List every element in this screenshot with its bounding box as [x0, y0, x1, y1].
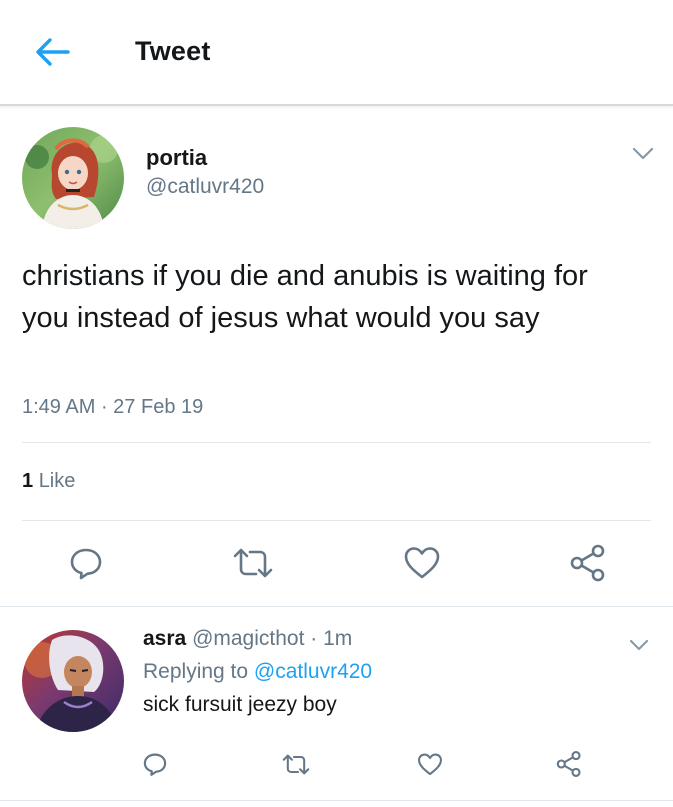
reply-header: asra @magicthot · 1m [143, 627, 352, 651]
top-bar: Tweet [0, 0, 673, 106]
retweet-button[interactable] [229, 543, 277, 583]
reply-reply-button[interactable] [139, 748, 171, 780]
share-icon [570, 544, 605, 582]
share-icon [556, 751, 581, 777]
reply-share-button[interactable] [552, 747, 586, 781]
reply-icon [143, 753, 167, 776]
reply-age: 1m [323, 627, 353, 650]
divider [22, 520, 651, 521]
tweet-text: christians if you die and anubis is wait… [22, 260, 588, 334]
author-handle[interactable]: @catluvr420 [146, 175, 264, 199]
separator-dot: · [310, 627, 318, 650]
arrow-left-icon [36, 38, 70, 66]
avatar-image [22, 630, 124, 732]
page-title: Tweet [135, 36, 211, 66]
reply-author-handle[interactable]: @magicthot [192, 627, 304, 650]
section-divider [0, 800, 673, 801]
replying-to-label: Replying to [143, 660, 249, 683]
reply-text: sick fursuit jeezy boy [143, 693, 337, 716]
divider [22, 442, 651, 443]
separator-dot: · [100, 396, 114, 418]
reply-author-name[interactable]: asra [143, 627, 186, 650]
like-button[interactable] [400, 543, 444, 583]
author-avatar[interactable] [22, 127, 124, 229]
chevron-down-icon [629, 639, 649, 650]
author-name[interactable]: portia [146, 145, 207, 171]
tweet-timestamp: 1:49 AM · 27 Feb 19 [22, 396, 203, 419]
back-button[interactable] [28, 30, 76, 74]
reply-menu-button[interactable] [626, 634, 652, 656]
reply-button[interactable] [64, 543, 108, 583]
tweet-menu-button[interactable] [629, 142, 657, 166]
likes-label: Like [38, 470, 76, 492]
replying-to-handle[interactable]: @catluvr420 [254, 660, 372, 683]
reply-retweet-button[interactable] [278, 748, 314, 780]
heart-icon [418, 753, 442, 775]
chevron-down-icon [632, 147, 654, 160]
reply-like-button[interactable] [414, 748, 446, 780]
section-divider [0, 606, 673, 607]
retweet-icon [282, 754, 310, 774]
reply-author-avatar[interactable] [22, 630, 124, 732]
likes-count: 1 [22, 470, 34, 492]
heart-icon [404, 547, 440, 579]
likes-count-link[interactable]: 1 Like [22, 470, 75, 493]
share-button[interactable] [566, 541, 610, 585]
avatar-image [22, 127, 124, 229]
retweet-icon [233, 548, 273, 578]
replying-to: Replying to @catluvr420 [143, 660, 372, 684]
tweet-time: 1:49 AM [22, 396, 96, 418]
reply-icon [70, 548, 102, 580]
tweet-date: 27 Feb 19 [113, 396, 204, 418]
